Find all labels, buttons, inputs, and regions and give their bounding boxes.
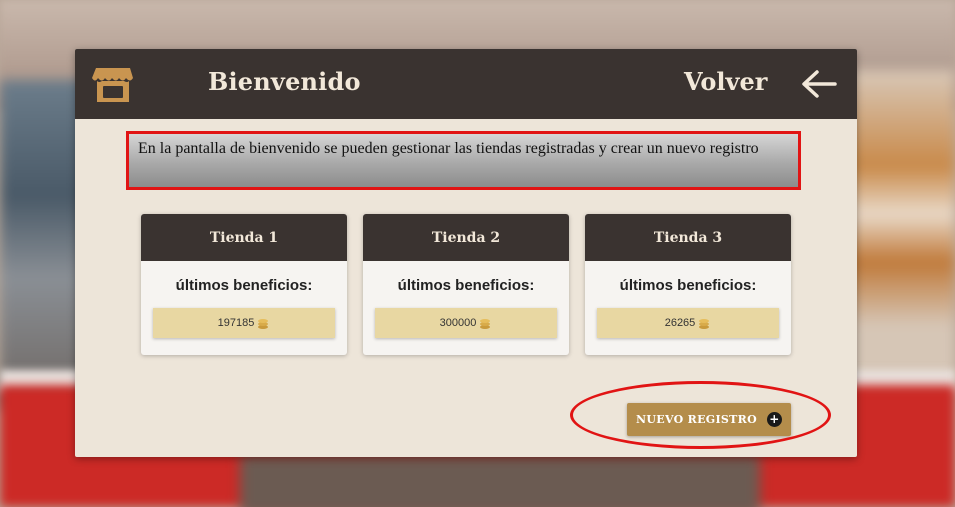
info-callout: En la pantalla de bienvenido se pueden g… <box>126 131 801 190</box>
plus-circle-icon: + <box>766 412 782 427</box>
new-register-label: NUEVO REGISTRO <box>636 413 757 426</box>
info-text: En la pantalla de bienvenido se pueden g… <box>138 140 759 157</box>
store-profit-value: 300000 <box>439 317 477 329</box>
store-card-title: Tienda 2 <box>363 214 569 261</box>
coins-icon <box>480 318 491 329</box>
arrow-left-icon[interactable] <box>801 69 837 99</box>
store-card[interactable]: Tienda 3 últimos beneficios: 26265 <box>585 214 791 355</box>
coins-icon <box>258 318 269 329</box>
top-bar: Bienvenido Volver <box>75 49 857 119</box>
store-card[interactable]: Tienda 2 últimos beneficios: 300000 <box>363 214 569 355</box>
store-card-subtitle: últimos beneficios: <box>397 277 535 294</box>
store-profit-value: 197185 <box>217 317 255 329</box>
store-profit-value: 26265 <box>664 317 696 329</box>
page-title: Bienvenido <box>208 67 361 96</box>
coins-icon <box>699 318 710 329</box>
background-shelf-right <box>845 70 955 390</box>
welcome-panel: Bienvenido Volver En la pantalla de bien… <box>75 49 857 457</box>
back-button[interactable]: Volver <box>684 67 767 96</box>
store-card-title: Tienda 1 <box>141 214 347 261</box>
store-card-value: 26265 <box>597 308 779 338</box>
store-card[interactable]: Tienda 1 últimos beneficios: 197185 <box>141 214 347 355</box>
store-card-subtitle: últimos beneficios: <box>175 277 313 294</box>
store-card-title: Tienda 3 <box>585 214 791 261</box>
store-card-value: 300000 <box>375 308 557 338</box>
store-card-subtitle: últimos beneficios: <box>619 277 757 294</box>
shop-icon <box>92 68 133 102</box>
store-card-value: 197185 <box>153 308 335 338</box>
background-floor <box>240 455 760 507</box>
new-register-button[interactable]: NUEVO REGISTRO + <box>627 403 791 436</box>
